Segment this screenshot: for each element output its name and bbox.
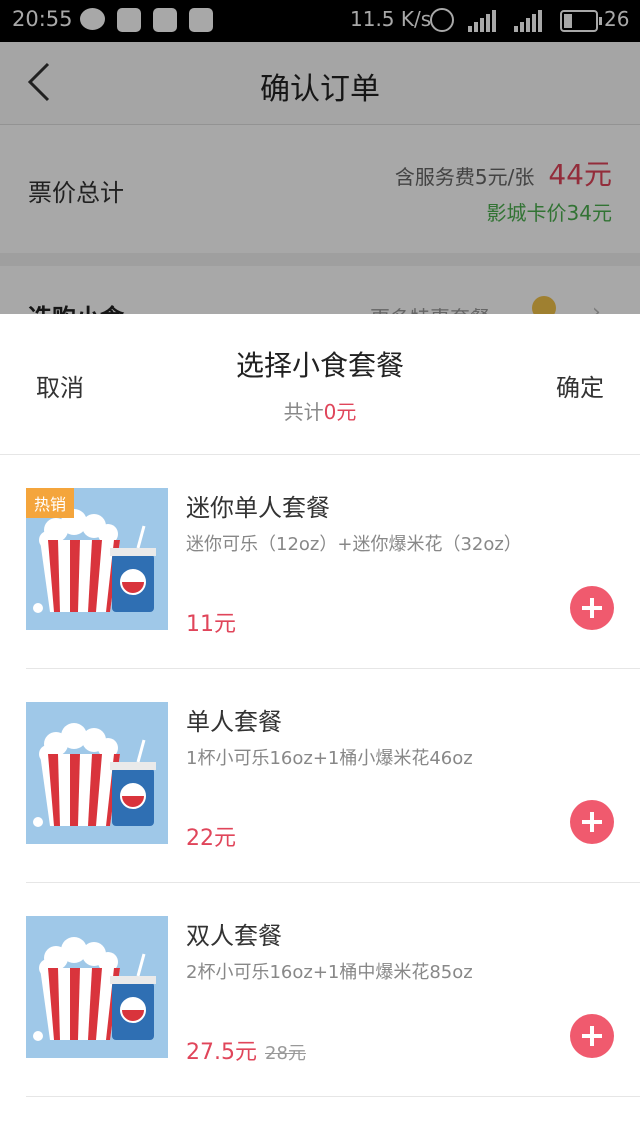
combo-image bbox=[26, 916, 168, 1058]
snack-picker-sheet: 取消 选择小食套餐 共计0元 确定 热销 迷你单人套餐 迷你可乐（12oz）+迷… bbox=[0, 314, 640, 1138]
subtotal-label: 共计 bbox=[283, 400, 324, 424]
original-price: 28元 bbox=[265, 1043, 306, 1064]
combo-desc: 迷你可乐（12oz）+迷你爆米花（32oz） bbox=[186, 534, 522, 555]
combo-price: 11元 bbox=[186, 606, 236, 638]
popcorn-cola-icon bbox=[33, 723, 156, 827]
subtotal-value: 0元 bbox=[323, 400, 357, 424]
add-button[interactable] bbox=[570, 800, 614, 844]
confirm-button[interactable]: 确定 bbox=[556, 368, 604, 403]
combo-image: 热销 bbox=[26, 488, 168, 630]
combo-price: 22元 bbox=[186, 820, 236, 852]
combo-item: 双人套餐 2杯小可乐16oz+1桶中爆米花85oz 27.5元 28元 bbox=[26, 882, 640, 1097]
combo-price: 27.5元 28元 bbox=[186, 1034, 306, 1066]
combo-image bbox=[26, 702, 168, 844]
price-value: 22元 bbox=[186, 826, 236, 851]
combo-desc: 2杯小可乐16oz+1桶中爆米花85oz bbox=[186, 962, 473, 983]
popcorn-cola-icon bbox=[33, 937, 156, 1041]
price-value: 27.5元 bbox=[186, 1040, 257, 1065]
add-button[interactable] bbox=[570, 1014, 614, 1058]
modal-overlay[interactable] bbox=[0, 0, 640, 314]
combo-name: 单人套餐 bbox=[186, 708, 282, 736]
hot-badge: 热销 bbox=[26, 488, 75, 518]
combo-name: 双人套餐 bbox=[186, 922, 282, 950]
combo-desc: 1杯小可乐16oz+1桶小爆米花46oz bbox=[186, 748, 473, 769]
combo-name: 迷你单人套餐 bbox=[186, 494, 330, 522]
sheet-title: 选择小食套餐 bbox=[235, 349, 404, 382]
price-value: 11元 bbox=[186, 612, 236, 637]
sheet-header: 取消 选择小食套餐 共计0元 确定 bbox=[0, 314, 640, 455]
combo-item: 单人套餐 1杯小可乐16oz+1桶小爆米花46oz 22元 bbox=[26, 668, 640, 883]
sheet-subtotal: 共计0元 bbox=[0, 396, 640, 425]
add-button[interactable] bbox=[570, 586, 614, 630]
combo-item: 热销 迷你单人套餐 迷你可乐（12oz）+迷你爆米花（32oz） 11元 bbox=[26, 454, 640, 669]
